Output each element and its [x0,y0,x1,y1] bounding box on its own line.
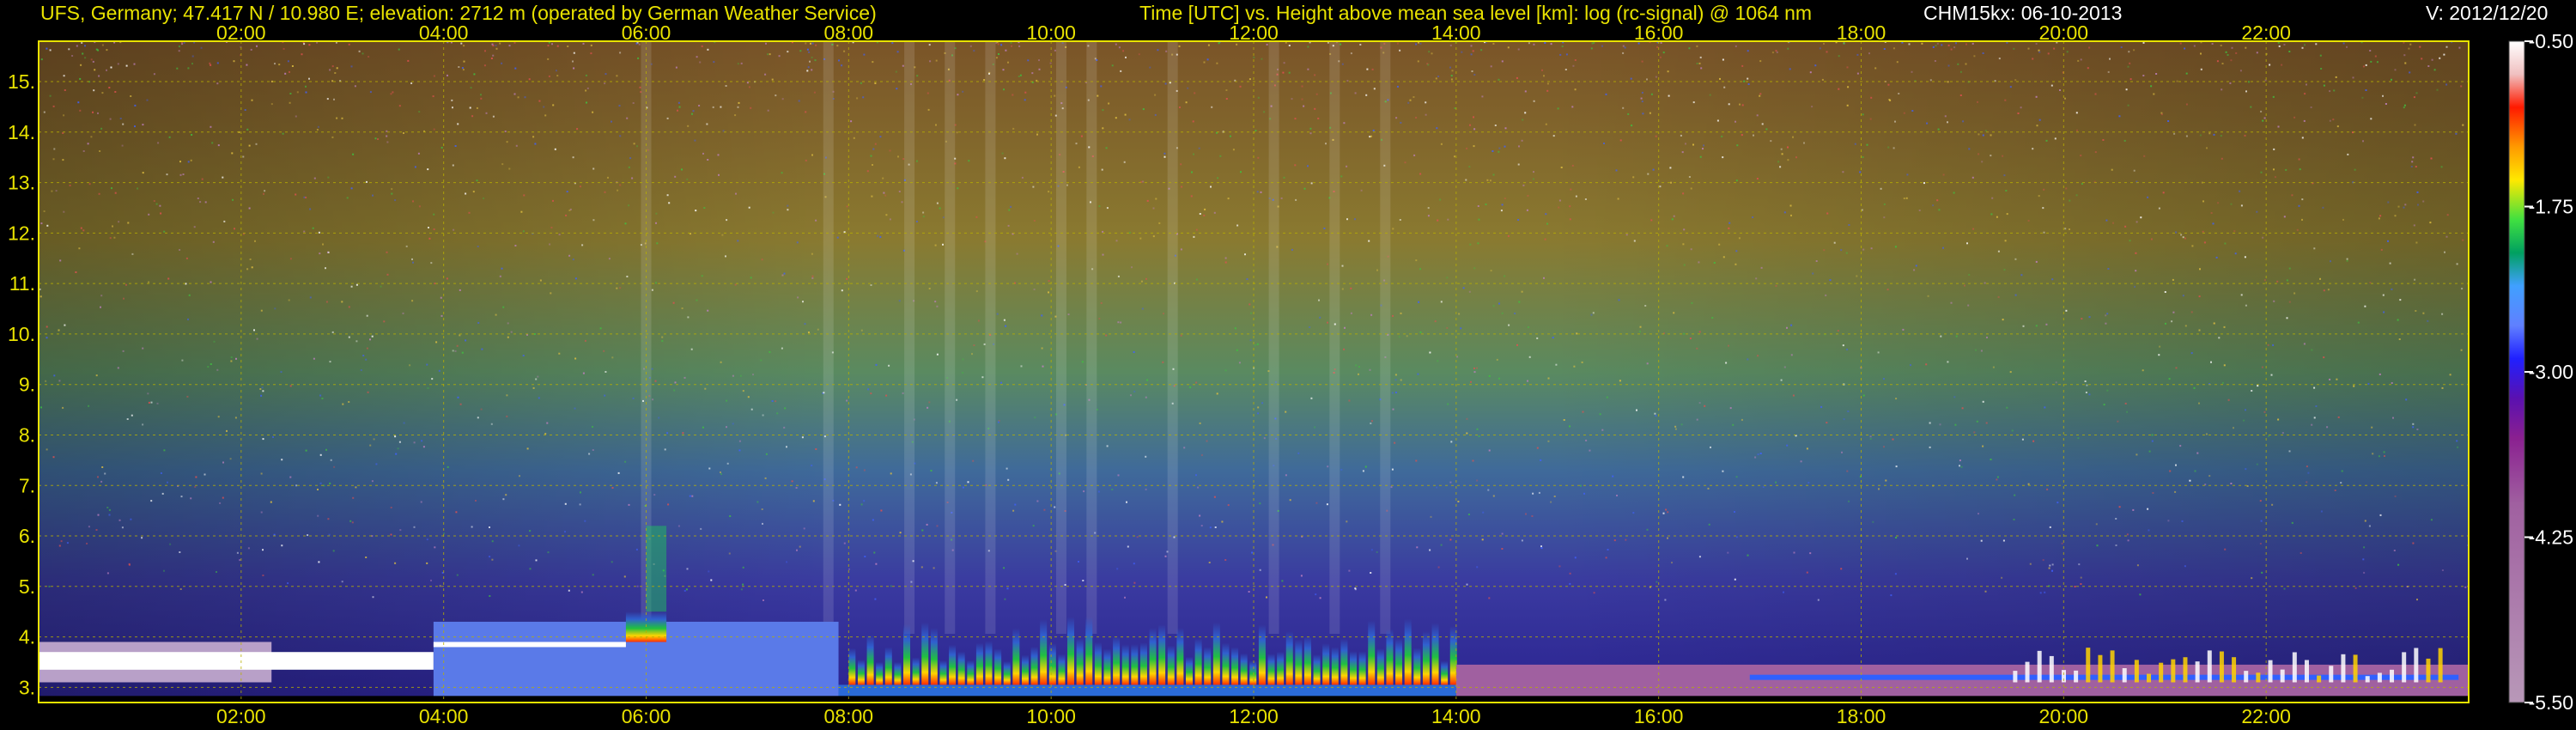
y-tick-label: 8. [19,423,35,446]
y-tick-label: 3. [19,676,35,698]
x-tick-label-bottom: 06:00 [622,705,671,727]
colorbar [2508,40,2525,703]
x-tick-label-bottom: 22:00 [2241,705,2291,727]
x-tick-label-top: 04:00 [419,21,469,44]
x-tick-label-bottom: 10:00 [1026,705,1076,727]
y-tick-label: 12. [8,222,35,244]
x-tick-label-top: 06:00 [622,21,671,44]
x-tick-label-top: 12:00 [1229,21,1279,44]
colorbar-tick-label: -0.50 [2529,30,2573,52]
x-tick-label-top: 02:00 [216,21,266,44]
x-tick-label-bottom: 14:00 [1431,705,1481,727]
colorbar-tick-label: -1.75 [2529,196,2573,218]
colorbar-tick-label: -5.50 [2529,691,2573,714]
y-tick-label: 10. [8,323,35,345]
x-tick-label-top: 18:00 [1837,21,1886,44]
y-tick-label: 7. [19,474,35,496]
x-tick-label-bottom: 04:00 [419,705,469,727]
y-tick-label: 15. [8,70,35,93]
y-tick-label: 13. [8,172,35,194]
y-tick-label: 6. [19,525,35,547]
x-tick-label-top: 08:00 [824,21,874,44]
x-tick-label-bottom: 16:00 [1634,705,1684,727]
x-tick-label-bottom: 18:00 [1837,705,1886,727]
x-tick-label-top: 20:00 [2039,21,2089,44]
x-tick-label-bottom: 02:00 [216,705,266,727]
y-tick-label: 11. [9,272,35,295]
x-tick-label-bottom: 12:00 [1229,705,1279,727]
x-tick-label-top: 10:00 [1026,21,1076,44]
colorbar-tick-label: -3.00 [2529,361,2573,383]
x-tick-label-bottom: 20:00 [2039,705,2089,727]
y-tick-label: 14. [8,121,35,143]
colorbar-ticks: -0.50 -1.75 -3.00 -4.25 -5.50 [2524,30,2573,714]
colorbar-scale [2509,41,2524,703]
lidar-backscatter-chart: 02:00 02:00 04:00 04:00 06:00 06:00 08:00 08:00… [8,21,2573,727]
x-tick-label-top: 14:00 [1431,21,1481,44]
y-tick-label: 9. [19,374,35,396]
y-tick-label: 4. [19,626,35,648]
x-tick-label-top: 16:00 [1634,21,1684,44]
colorbar-tick-label: -4.25 [2529,526,2573,549]
y-tick-label: 5. [19,575,35,598]
x-tick-label-top: 22:00 [2241,21,2291,44]
x-tick-label-bottom: 08:00 [824,705,874,727]
